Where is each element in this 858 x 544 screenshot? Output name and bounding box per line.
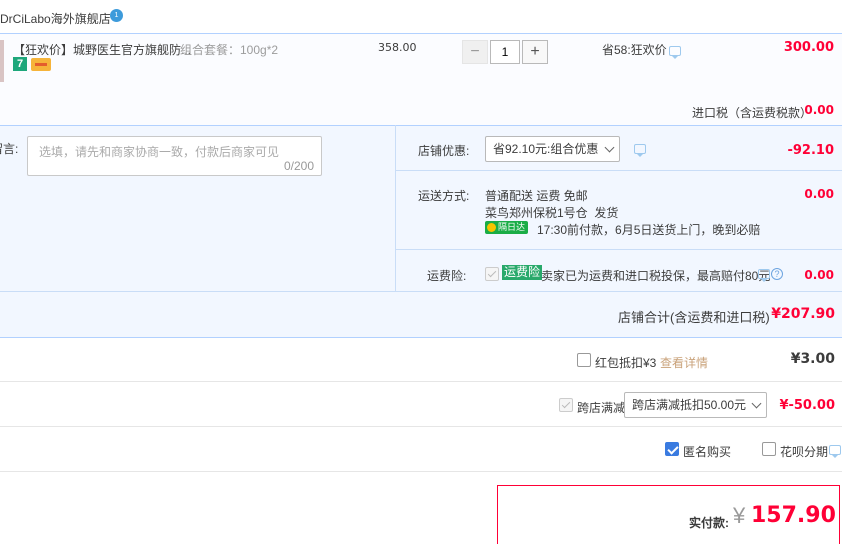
- shop-total-value: ¥207.90: [771, 306, 835, 322]
- quantity-input[interactable]: [490, 40, 520, 64]
- divider: [0, 471, 842, 472]
- message-label: 留言:: [0, 142, 19, 156]
- import-tax-label: 进口税（含运费税款）: [692, 106, 813, 120]
- increase-button[interactable]: +: [522, 40, 548, 64]
- shop-discount-value: -92.10: [787, 143, 834, 158]
- comment-icon[interactable]: [634, 144, 646, 157]
- shop-discount-selected: 省92.10元:组合优惠: [493, 142, 599, 156]
- item-total: 300.00: [783, 40, 834, 55]
- shipping-eta: 17:30前付款，6月5日送货上门，晚到必赔: [537, 223, 761, 237]
- cross-store-value: ¥-50.00: [779, 398, 835, 413]
- chevron-down-icon: [751, 398, 762, 409]
- cross-store-label: 跨店满减: [577, 401, 626, 415]
- cross-store-checkbox[interactable]: [559, 398, 573, 412]
- next-day-tag: 隔日达: [485, 221, 529, 234]
- divider: [0, 381, 842, 382]
- red-packet-label: 红包抵扣¥3: [595, 356, 657, 370]
- item-title[interactable]: 【狂欢价】城野医生官方旗舰防...: [13, 41, 191, 58]
- red-packet-details-link[interactable]: 查看详情: [660, 354, 708, 371]
- comment-icon[interactable]: [669, 46, 681, 59]
- insurance-checkbox[interactable]: [485, 267, 499, 281]
- next-day-tag-text: 隔日达: [498, 222, 526, 232]
- shipping-value: 0.00: [804, 187, 834, 201]
- saving-label: 省58:狂欢价: [602, 43, 667, 57]
- help-icon[interactable]: ?: [771, 268, 783, 280]
- installment-checkbox[interactable]: [762, 442, 776, 456]
- comment-icon[interactable]: [758, 269, 770, 282]
- message-textarea[interactable]: 选填，请先和商家协商一致，付款后商家可见 0/200: [27, 136, 322, 176]
- insurance-text: 卖家已为运费和进口税投保，最高赔付80元: [541, 269, 771, 283]
- unit-price: 358.00: [378, 41, 417, 54]
- divider: [0, 426, 842, 427]
- shop-total-label: 店铺合计(含运费和进口税): [618, 310, 770, 325]
- insurance-value: 0.00: [804, 268, 834, 282]
- red-packet-value: ¥3.00: [790, 351, 835, 367]
- payment-label: 实付款:: [689, 516, 729, 530]
- cross-store-selected: 跨店满减抵扣50.00元: [632, 398, 747, 412]
- shop-discount-label: 店铺优惠:: [418, 144, 470, 158]
- panel-divider: [395, 125, 396, 291]
- item-spec: 组合套餐：100g*2: [180, 43, 279, 57]
- import-tax-value: 0.00: [804, 103, 834, 117]
- chevron-down-icon: [604, 142, 615, 153]
- panel-hline-2: [395, 249, 842, 250]
- panel-hline-1: [395, 170, 842, 171]
- cross-store-select[interactable]: 跨店满减抵扣50.00元: [624, 392, 767, 418]
- shipping-warehouse: 菜鸟郑州保税1号仓 发货: [485, 206, 619, 220]
- comment-icon[interactable]: [829, 445, 841, 458]
- card-payment-icon: [31, 58, 51, 71]
- insurance-tag: 运费险: [502, 265, 543, 280]
- anonymous-checkbox[interactable]: [665, 442, 679, 456]
- insurance-label: 运费险:: [427, 269, 467, 283]
- shop-badge-icon: 1: [110, 9, 123, 22]
- panel-hline-3: [0, 291, 842, 292]
- shop-name[interactable]: DrCiLabo海外旗舰店: [0, 10, 111, 27]
- anonymous-label: 匿名购买: [683, 445, 732, 459]
- decrease-button[interactable]: −: [462, 40, 488, 64]
- red-packet-checkbox[interactable]: [577, 353, 591, 367]
- seven-day-return-badge: 7: [13, 57, 27, 71]
- shipping-method: 普通配送 运费 免邮: [485, 189, 588, 203]
- installment-label: 花呗分期: [780, 445, 829, 459]
- shop-discount-select[interactable]: 省92.10元:组合优惠: [485, 136, 620, 162]
- product-thumb[interactable]: [0, 40, 4, 82]
- message-placeholder: 选填，请先和商家协商一致，付款后商家可见: [39, 145, 280, 159]
- clock-icon: [487, 223, 496, 232]
- payment-value: 157.90: [751, 503, 836, 528]
- shipping-label: 运送方式:: [418, 189, 470, 203]
- payment-currency: ¥: [733, 503, 746, 528]
- message-counter: 0/200: [283, 159, 314, 173]
